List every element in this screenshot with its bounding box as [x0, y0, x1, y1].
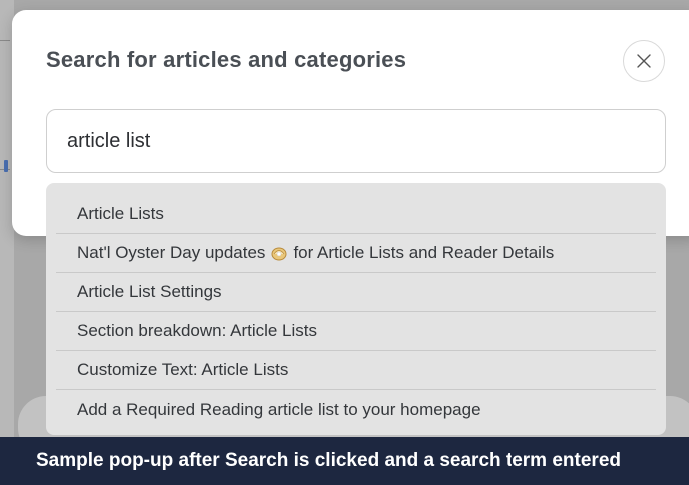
- result-label: Nat'l Oyster Day updates: [77, 243, 266, 262]
- result-label: Section breakdown: Article Lists: [77, 321, 318, 340]
- background-link-mark: [4, 160, 8, 172]
- result-item[interactable]: Nat'l Oyster Day updates for Article Lis…: [56, 234, 656, 273]
- background-lines: [0, 40, 10, 170]
- result-label: Article Lists: [77, 204, 164, 223]
- result-item[interactable]: Customize Text: Article Lists: [56, 351, 656, 390]
- result-item[interactable]: Add a Required Reading article list to y…: [56, 390, 656, 429]
- search-results-list: Article Lists Nat'l Oyster Day updates f…: [46, 183, 666, 435]
- result-item[interactable]: Article Lists: [56, 195, 656, 234]
- modal-title: Search for articles and categories: [46, 47, 407, 72]
- result-item[interactable]: Section breakdown: Article Lists: [56, 312, 656, 351]
- search-input[interactable]: [46, 109, 666, 173]
- result-label: Article List Settings: [77, 282, 222, 301]
- screen: Search for articles and categories Artic…: [0, 0, 689, 485]
- oyster-icon: [271, 247, 287, 261]
- caption-banner: Sample pop-up after Search is clicked an…: [0, 437, 689, 485]
- result-label: for Article Lists and Reader Details: [293, 243, 555, 262]
- close-button[interactable]: [623, 40, 665, 82]
- result-label: Customize Text: Article Lists: [77, 360, 289, 379]
- result-item[interactable]: Article List Settings: [56, 273, 656, 312]
- result-label: Add a Required Reading article list to y…: [77, 399, 481, 419]
- close-icon: [637, 54, 651, 68]
- caption-text: Sample pop-up after Search is clicked an…: [36, 450, 621, 471]
